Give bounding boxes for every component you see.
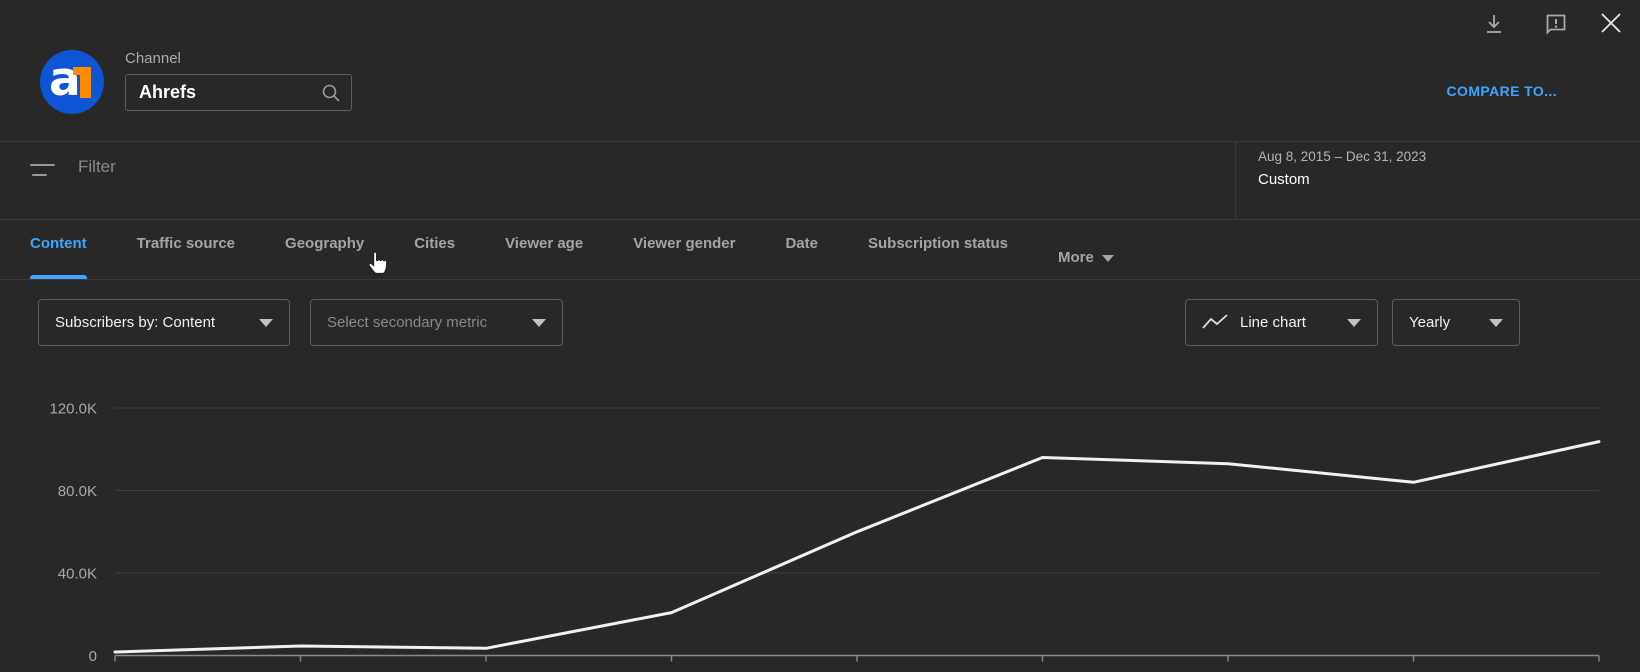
- logo-letter: a: [49, 52, 81, 107]
- chevron-down-icon: [1347, 319, 1361, 327]
- logo-orange-bar: [80, 67, 91, 98]
- secondary-metric-dropdown[interactable]: Select secondary metric: [310, 299, 563, 346]
- filter-date-divider: [1235, 142, 1236, 219]
- date-preset-text: Custom: [1258, 171, 1628, 188]
- y-tick-label: 40.0K: [58, 566, 97, 583]
- logo-orange-notch: [73, 67, 80, 75]
- date-range-picker[interactable]: Aug 8, 2015 – Dec 31, 2023 Custom: [1258, 147, 1628, 213]
- filter-lines-icon: [30, 161, 56, 179]
- granularity-label: Yearly: [1409, 314, 1450, 331]
- tab-cities[interactable]: Cities: [414, 219, 455, 279]
- primary-metric-label: Subscribers by: Content: [55, 314, 215, 331]
- tabs-divider: [0, 279, 1640, 280]
- tab-viewer-age[interactable]: Viewer age: [505, 219, 583, 279]
- subscribers-series-line: [115, 442, 1599, 652]
- chevron-down-icon: [1102, 255, 1114, 262]
- filter-bar: Aug 8, 2015 – Dec 31, 2023 Custom: [0, 142, 1640, 219]
- feedback-icon[interactable]: [1542, 10, 1570, 38]
- y-tick-label: 80.0K: [58, 483, 97, 500]
- tab-geography[interactable]: Geography: [285, 219, 364, 279]
- line-chart-icon: [1202, 314, 1228, 332]
- y-tick-label: 120.0K: [49, 401, 97, 418]
- subscribers-line-chart[interactable]: 0 40.0K 80.0K 120.0K: [0, 370, 1640, 672]
- y-tick-label: 0: [89, 648, 97, 665]
- tab-subscription-status[interactable]: Subscription status: [868, 219, 1008, 279]
- download-icon[interactable]: [1480, 10, 1508, 38]
- tab-more[interactable]: More: [1058, 219, 1114, 279]
- chevron-down-icon: [532, 319, 546, 327]
- dimension-tabs: Content Traffic source Geography Cities View…: [0, 219, 1640, 279]
- compare-to-link[interactable]: COMPARE TO...: [1447, 83, 1557, 99]
- secondary-metric-placeholder: Select secondary metric: [327, 314, 487, 331]
- chart-type-dropdown[interactable]: Line chart: [1185, 299, 1378, 346]
- close-icon[interactable]: [1596, 8, 1626, 38]
- chevron-down-icon: [259, 319, 273, 327]
- chart-type-label: Line chart: [1240, 314, 1306, 331]
- search-icon: [321, 83, 341, 103]
- ahrefs-logo: a: [40, 50, 104, 114]
- tab-more-label: More: [1058, 249, 1094, 266]
- tab-viewer-gender[interactable]: Viewer gender: [633, 219, 735, 279]
- tab-date[interactable]: Date: [785, 219, 818, 279]
- channel-search-box[interactable]: [125, 74, 352, 111]
- tab-content[interactable]: Content: [30, 219, 87, 279]
- tab-traffic-source[interactable]: Traffic source: [137, 219, 235, 279]
- primary-metric-dropdown[interactable]: Subscribers by: Content: [38, 299, 290, 346]
- filter-input[interactable]: [76, 156, 980, 178]
- date-range-text: Aug 8, 2015 – Dec 31, 2023: [1258, 149, 1628, 164]
- channel-label: Channel: [125, 50, 181, 67]
- chevron-down-icon: [1489, 319, 1503, 327]
- granularity-dropdown[interactable]: Yearly: [1392, 299, 1520, 346]
- channel-search-input[interactable]: [126, 82, 321, 103]
